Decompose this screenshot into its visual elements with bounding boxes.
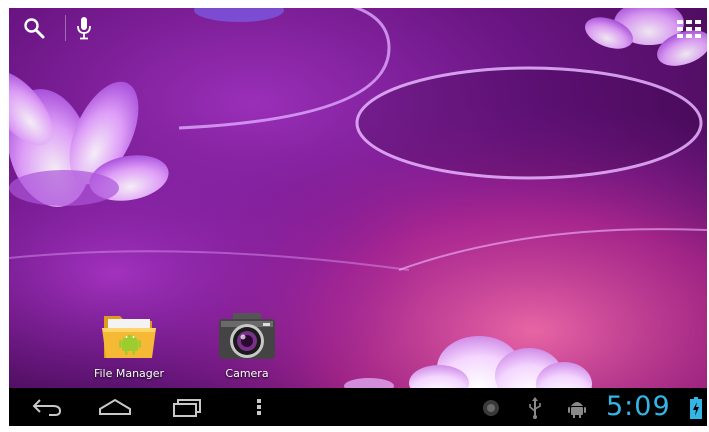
battery-charging-icon [690, 397, 702, 419]
microphone-icon [77, 17, 91, 40]
home-button[interactable] [95, 392, 135, 422]
menu-button[interactable] [249, 392, 269, 422]
file-manager-shortcut[interactable]: File Manager [84, 308, 174, 388]
search-button[interactable] [19, 14, 49, 42]
android-home-screen: File Manager Camera 5:09 [9, 8, 707, 426]
home-icon [99, 398, 131, 415]
usb-icon [529, 397, 541, 419]
voice-search-button[interactable] [71, 14, 97, 42]
system-bar: 5:09 [9, 388, 707, 426]
status-clock[interactable]: 5:09 [606, 390, 671, 424]
back-arrow-icon [32, 399, 62, 416]
camera-shortcut[interactable]: Camera [202, 308, 292, 388]
all-apps-button[interactable] [675, 16, 703, 42]
menu-dots-icon [257, 399, 261, 415]
recent-apps-button[interactable] [167, 392, 207, 422]
folder-android-icon [98, 308, 160, 364]
record-icon [483, 400, 499, 416]
camera-label: Camera [225, 367, 269, 380]
battery-status[interactable] [689, 396, 703, 420]
camera-icon [216, 308, 278, 364]
android-debug-icon [568, 402, 586, 418]
usb-notification[interactable] [524, 396, 546, 420]
debug-notification[interactable] [565, 396, 589, 420]
recent-apps-icon [173, 399, 201, 417]
top-bar-divider [65, 15, 66, 41]
all-apps-grid-icon [677, 20, 701, 38]
search-icon [24, 18, 45, 39]
file-manager-label: File Manager [93, 367, 165, 380]
record-notification[interactable] [479, 396, 503, 420]
back-button[interactable] [27, 392, 67, 422]
launcher-top-bar [9, 8, 707, 48]
